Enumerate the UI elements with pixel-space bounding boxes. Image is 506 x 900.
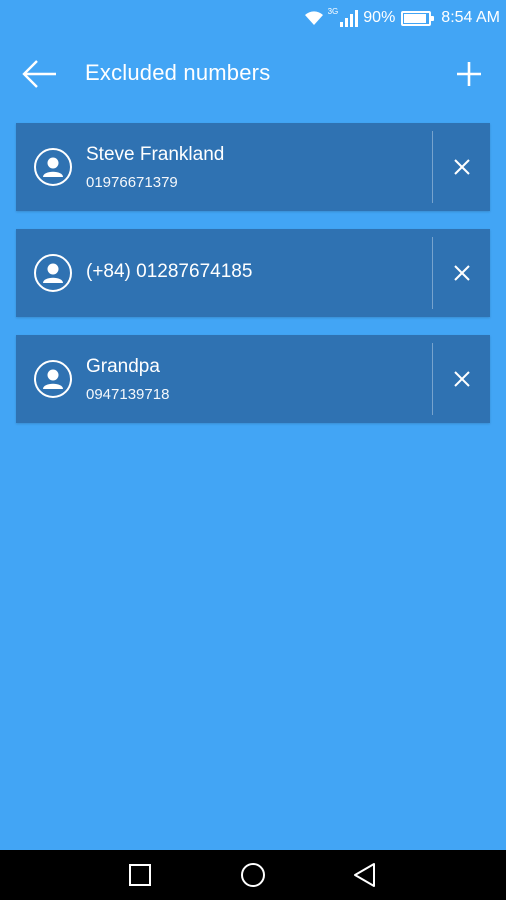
home-button[interactable] xyxy=(240,862,266,888)
recent-apps-button[interactable] xyxy=(127,862,153,888)
wifi-icon xyxy=(304,10,324,26)
back-button[interactable] xyxy=(22,58,58,90)
person-icon xyxy=(34,148,72,186)
app-bar: Excluded numbers xyxy=(0,36,506,112)
recent-apps-icon xyxy=(129,864,151,886)
status-bar: 3G 90% 8:54 AM xyxy=(0,0,506,36)
excluded-numbers-list: Steve Frankland 01976671379 (+84) 012876… xyxy=(16,123,490,441)
page-title: Excluded numbers xyxy=(85,60,271,85)
remove-button[interactable] xyxy=(446,257,478,289)
contact-number: 0947139718 xyxy=(86,386,170,403)
clock: 8:54 AM xyxy=(441,9,500,26)
person-icon xyxy=(34,254,72,292)
plus-icon xyxy=(457,62,481,86)
network-type: 3G xyxy=(327,6,339,16)
close-icon xyxy=(454,159,470,175)
system-back-button[interactable] xyxy=(352,862,378,888)
back-triangle-icon xyxy=(354,863,375,887)
divider xyxy=(432,343,433,415)
list-item[interactable]: (+84) 01287674185 xyxy=(16,229,490,317)
contact-name: Steve Frankland xyxy=(86,144,225,165)
close-icon xyxy=(454,265,470,281)
close-icon xyxy=(454,371,470,387)
signal-icon xyxy=(339,9,359,27)
remove-button[interactable] xyxy=(446,151,478,183)
list-item[interactable]: Grandpa 0947139718 xyxy=(16,335,490,423)
home-icon xyxy=(241,863,265,887)
person-icon xyxy=(34,360,72,398)
arrow-left-icon xyxy=(22,60,56,88)
navigation-bar xyxy=(0,850,506,900)
divider xyxy=(432,237,433,309)
remove-button[interactable] xyxy=(446,363,478,395)
battery-percent: 90% xyxy=(363,9,396,26)
contact-name: (+84) 01287674185 xyxy=(86,261,253,282)
list-item[interactable]: Steve Frankland 01976671379 xyxy=(16,123,490,211)
add-number-button[interactable] xyxy=(455,60,483,88)
divider xyxy=(432,131,433,203)
battery-icon xyxy=(401,10,435,26)
contact-name: Grandpa xyxy=(86,356,160,377)
contact-number: 01976671379 xyxy=(86,174,178,191)
